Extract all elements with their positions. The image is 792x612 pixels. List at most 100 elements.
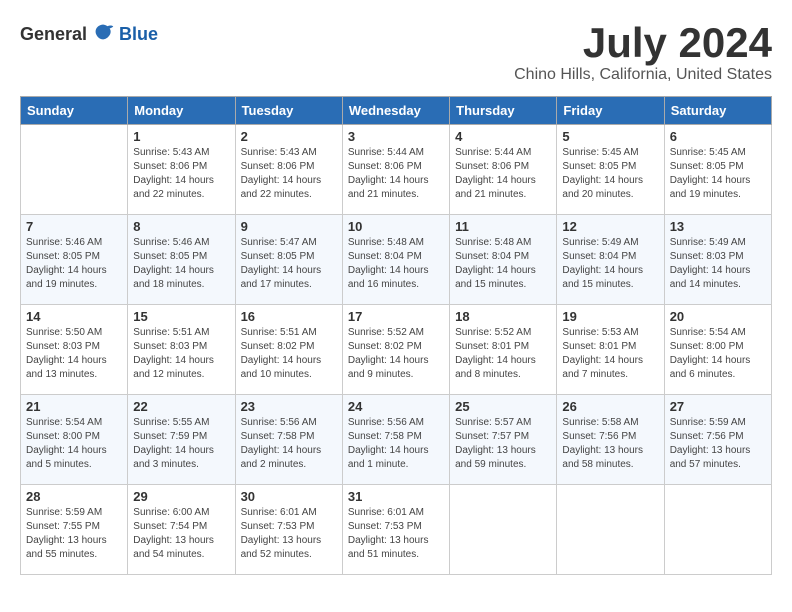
logo-general-text: General [20,24,87,44]
calendar-cell: 21Sunrise: 5:54 AM Sunset: 8:00 PM Dayli… [21,395,128,485]
calendar-body: 1Sunrise: 5:43 AM Sunset: 8:06 PM Daylig… [21,125,772,575]
calendar-subtitle: Chino Hills, California, United States [514,66,772,84]
calendar-cell: 28 Sunrise: 5:59 AM Sunset: 7:55 PM Dayli… [21,485,128,575]
calendar-cell: 27 Sunrise: 5:59 AM Sunset: 7:56 PM Dayli… [664,395,771,485]
calendar-cell: 14 Sunrise: 5:50 AM Sunset: 8:03 PM Dayli… [21,305,128,395]
day-info: Sunrise: 5:59 AM Sunset: 7:55 PM Dayligh… [26,506,122,562]
calendar-week-1: 7 Sunrise: 5:46 AM Sunset: 8:05 PM Daylig… [21,215,772,305]
day-info: Sunrise: 5:51 AM Sunset: 8:02 PM Dayligh… [241,326,337,382]
day-info: Sunrise: 5:44 AM Sunset: 8:06 PM Dayligh… [455,146,551,202]
day-number: 4 [455,129,551,144]
calendar-cell: 18 Sunrise: 5:52 AM Sunset: 8:01 PM Dayli… [450,305,557,395]
calendar-cell: 24Sunrise: 5:56 AM Sunset: 7:58 PM Dayli… [342,395,449,485]
day-number: 16 [241,309,337,324]
day-info: Sunrise: 5:45 AM Sunset: 8:05 PM Dayligh… [562,146,658,202]
calendar-cell: 7Sunrise: 5:46 AM Sunset: 8:05 PM Daylig… [21,215,128,305]
calendar-cell: 10Sunrise: 5:48 AM Sunset: 8:04 PM Dayli… [342,215,449,305]
day-number: 31 [348,489,444,504]
calendar-cell: 31Sunrise: 6:01 AM Sunset: 7:53 PM Dayli… [342,485,449,575]
day-info: Sunrise: 5:53 AM Sunset: 8:01 PM Dayligh… [562,326,658,382]
calendar-cell: 5 Sunrise: 5:45 AM Sunset: 8:05 PM Daylig… [557,125,664,215]
calendar-cell [450,485,557,575]
calendar-cell: 1Sunrise: 5:43 AM Sunset: 8:06 PM Daylig… [128,125,235,215]
day-info: Sunrise: 5:51 AM Sunset: 8:03 PM Dayligh… [133,326,229,382]
calendar-cell [664,485,771,575]
calendar-cell: 22 Sunrise: 5:55 AM Sunset: 7:59 PM Dayli… [128,395,235,485]
calendar-week-0: 1Sunrise: 5:43 AM Sunset: 8:06 PM Daylig… [21,125,772,215]
day-number: 15 [133,309,229,324]
calendar-cell: 12 Sunrise: 5:49 AM Sunset: 8:04 PM Dayli… [557,215,664,305]
day-number: 18 [455,309,551,324]
day-info: Sunrise: 5:54 AM Sunset: 8:00 PM Dayligh… [670,326,766,382]
calendar-cell [21,125,128,215]
day-info: Sunrise: 5:43 AM Sunset: 8:06 PM Dayligh… [133,146,229,202]
calendar-table: Sunday Monday Tuesday Wednesday Thursday… [20,96,772,575]
calendar-week-4: 28 Sunrise: 5:59 AM Sunset: 7:55 PM Dayli… [21,485,772,575]
header-tuesday: Tuesday [235,97,342,125]
header-monday: Monday [128,97,235,125]
calendar-cell: 30 Sunrise: 6:01 AM Sunset: 7:53 PM Dayli… [235,485,342,575]
calendar-cell: 2Sunrise: 5:43 AM Sunset: 8:06 PM Daylig… [235,125,342,215]
day-info: Sunrise: 5:55 AM Sunset: 7:59 PM Dayligh… [133,416,229,472]
header-row: Sunday Monday Tuesday Wednesday Thursday… [21,97,772,125]
day-number: 17 [348,309,444,324]
day-number: 26 [562,399,658,414]
calendar-cell: 16 Sunrise: 5:51 AM Sunset: 8:02 PM Dayli… [235,305,342,395]
day-number: 11 [455,219,551,234]
header-friday: Friday [557,97,664,125]
day-number: 21 [26,399,122,414]
calendar-cell: 15 Sunrise: 5:51 AM Sunset: 8:03 PM Dayli… [128,305,235,395]
calendar-cell: 17 Sunrise: 5:52 AM Sunset: 8:02 PM Dayli… [342,305,449,395]
calendar-cell: 9Sunrise: 5:47 AM Sunset: 8:05 PM Daylig… [235,215,342,305]
day-number: 7 [26,219,122,234]
day-number: 19 [562,309,658,324]
day-info: Sunrise: 5:58 AM Sunset: 7:56 PM Dayligh… [562,416,658,472]
day-number: 9 [241,219,337,234]
day-number: 28 [26,489,122,504]
calendar-cell: 3Sunrise: 5:44 AM Sunset: 8:06 PM Daylig… [342,125,449,215]
calendar-cell: 4 Sunrise: 5:44 AM Sunset: 8:06 PM Daylig… [450,125,557,215]
logo: General Blue [20,20,158,48]
day-info: Sunrise: 6:00 AM Sunset: 7:54 PM Dayligh… [133,506,229,562]
day-number: 10 [348,219,444,234]
header-saturday: Saturday [664,97,771,125]
logo-bird-icon [89,20,117,48]
calendar-week-3: 21Sunrise: 5:54 AM Sunset: 8:00 PM Dayli… [21,395,772,485]
day-info: Sunrise: 5:59 AM Sunset: 7:56 PM Dayligh… [670,416,766,472]
day-number: 29 [133,489,229,504]
day-number: 20 [670,309,766,324]
calendar-cell: 20 Sunrise: 5:54 AM Sunset: 8:00 PM Dayli… [664,305,771,395]
day-number: 27 [670,399,766,414]
day-number: 14 [26,309,122,324]
day-number: 13 [670,219,766,234]
calendar-week-2: 14 Sunrise: 5:50 AM Sunset: 8:03 PM Dayli… [21,305,772,395]
page-header: General Blue July 2024 Chino Hills, Cali… [20,20,772,84]
calendar-cell: 6Sunrise: 5:45 AM Sunset: 8:05 PM Daylig… [664,125,771,215]
header-wednesday: Wednesday [342,97,449,125]
day-info: Sunrise: 6:01 AM Sunset: 7:53 PM Dayligh… [241,506,337,562]
day-info: Sunrise: 5:45 AM Sunset: 8:05 PM Dayligh… [670,146,766,202]
day-info: Sunrise: 5:52 AM Sunset: 8:01 PM Dayligh… [455,326,551,382]
day-info: Sunrise: 5:49 AM Sunset: 8:03 PM Dayligh… [670,236,766,292]
day-number: 5 [562,129,658,144]
day-number: 24 [348,399,444,414]
day-number: 22 [133,399,229,414]
calendar-cell: 29 Sunrise: 6:00 AM Sunset: 7:54 PM Dayli… [128,485,235,575]
day-info: Sunrise: 5:43 AM Sunset: 8:06 PM Dayligh… [241,146,337,202]
day-info: Sunrise: 5:46 AM Sunset: 8:05 PM Dayligh… [133,236,229,292]
day-info: Sunrise: 5:50 AM Sunset: 8:03 PM Dayligh… [26,326,122,382]
calendar-cell [557,485,664,575]
day-info: Sunrise: 5:56 AM Sunset: 7:58 PM Dayligh… [241,416,337,472]
day-number: 25 [455,399,551,414]
calendar-cell: 8Sunrise: 5:46 AM Sunset: 8:05 PM Daylig… [128,215,235,305]
day-number: 12 [562,219,658,234]
logo-blue-text: Blue [119,24,158,45]
day-info: Sunrise: 5:48 AM Sunset: 8:04 PM Dayligh… [455,236,551,292]
calendar-cell: 25Sunrise: 5:57 AM Sunset: 7:57 PM Dayli… [450,395,557,485]
title-section: July 2024 Chino Hills, California, Unite… [514,20,772,84]
day-info: Sunrise: 5:44 AM Sunset: 8:06 PM Dayligh… [348,146,444,202]
day-info: Sunrise: 5:49 AM Sunset: 8:04 PM Dayligh… [562,236,658,292]
day-number: 30 [241,489,337,504]
calendar-header: Sunday Monday Tuesday Wednesday Thursday… [21,97,772,125]
day-info: Sunrise: 5:52 AM Sunset: 8:02 PM Dayligh… [348,326,444,382]
